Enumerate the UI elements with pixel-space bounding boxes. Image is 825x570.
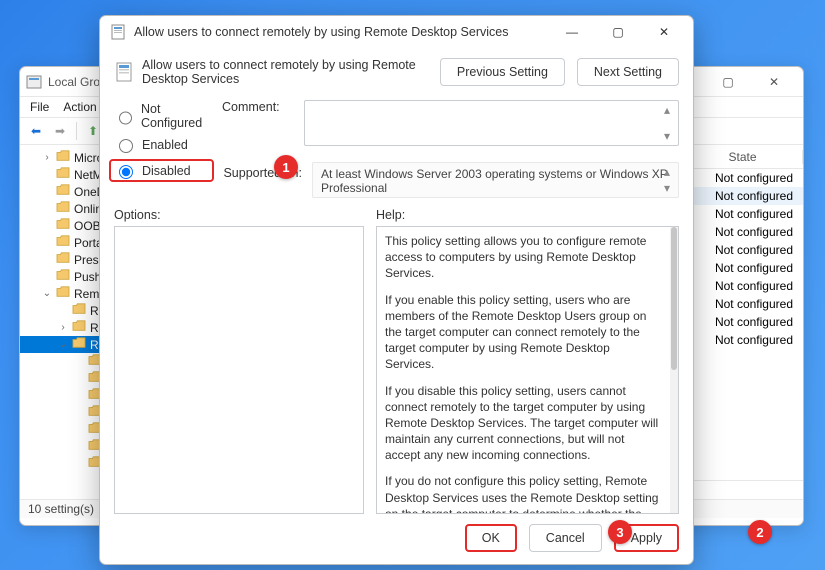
folder-icon xyxy=(56,150,70,165)
help-label: Help: xyxy=(376,208,679,222)
back-icon[interactable]: ⬅ xyxy=(26,121,46,141)
setting-state-value: Not configured xyxy=(715,171,793,185)
supported-on-text: At least Windows Server 2003 operating s… xyxy=(321,167,668,195)
supported-scroll-icon: ▴▾ xyxy=(664,165,674,195)
help-paragraph: If you disable this policy setting, user… xyxy=(385,383,660,464)
annotation-badge-2: 2 xyxy=(748,520,772,544)
dialog-titlebar: Allow users to connect remotely by using… xyxy=(100,16,693,48)
tree-twisty-icon[interactable]: ⌄ xyxy=(42,288,52,299)
comment-label: Comment: xyxy=(222,100,292,114)
col-state[interactable]: State xyxy=(683,150,803,164)
bg-close-button[interactable]: ✕ xyxy=(751,67,797,97)
supported-on-value: At least Windows Server 2003 operating s… xyxy=(312,162,679,198)
folder-icon xyxy=(56,218,70,233)
help-paragraph: This policy setting allows you to config… xyxy=(385,233,660,282)
setting-state-value: Not configured xyxy=(715,189,793,203)
folder-icon xyxy=(56,235,70,250)
setting-state-value: Not configured xyxy=(715,225,793,239)
menu-file[interactable]: File xyxy=(30,100,49,114)
setting-state-value: Not configured xyxy=(715,261,793,275)
tree-twisty-icon[interactable]: ⌄ xyxy=(58,339,68,350)
menu-action[interactable]: Action xyxy=(63,100,96,114)
options-pane xyxy=(114,226,364,514)
radio-not-configured-label: Not Configured xyxy=(141,102,214,130)
tree-twisty-icon[interactable]: › xyxy=(42,152,52,163)
dialog-title: Allow users to connect remotely by using… xyxy=(134,25,549,39)
setting-state-value: Not configured xyxy=(715,207,793,221)
comment-scroll-icon: ▴▾ xyxy=(664,103,674,143)
previous-setting-button[interactable]: Previous Setting xyxy=(440,58,565,86)
help-pane[interactable]: This policy setting allows you to config… xyxy=(376,226,679,514)
dialog-maximize-button[interactable]: ▢ xyxy=(595,16,641,48)
next-setting-button[interactable]: Next Setting xyxy=(577,58,679,86)
ok-button[interactable]: OK xyxy=(465,524,517,552)
help-paragraph: If you do not configure this policy sett… xyxy=(385,473,660,514)
forward-icon[interactable]: ➡ xyxy=(50,121,70,141)
folder-icon xyxy=(56,269,70,284)
radio-not-configured[interactable]: Not Configured xyxy=(114,102,214,130)
folder-icon xyxy=(56,286,70,301)
radio-enabled[interactable]: Enabled xyxy=(114,136,214,153)
setting-state-value: Not configured xyxy=(715,333,793,347)
dialog-close-button[interactable]: ✕ xyxy=(641,16,687,48)
annotation-badge-1: 1 xyxy=(274,155,298,179)
help-scrollbar[interactable] xyxy=(670,227,678,513)
folder-icon xyxy=(56,201,70,216)
options-label: Options: xyxy=(114,208,364,222)
policy-icon xyxy=(114,62,134,82)
folder-icon xyxy=(72,303,86,318)
folder-icon xyxy=(72,320,86,335)
help-paragraph: If you enable this policy setting, users… xyxy=(385,292,660,373)
comment-textarea[interactable]: ▴▾ xyxy=(304,100,679,146)
bg-maximize-button[interactable]: ▢ xyxy=(705,67,751,97)
annotation-badge-3: 3 xyxy=(608,520,632,544)
radio-enabled-input[interactable] xyxy=(119,139,133,153)
radio-disabled-label: Disabled xyxy=(142,164,191,178)
policy-icon xyxy=(110,24,126,40)
setting-state-value: Not configured xyxy=(715,297,793,311)
radio-disabled[interactable]: Disabled xyxy=(109,159,214,182)
state-radio-group: Not Configured Enabled Disabled xyxy=(114,100,214,182)
dialog-minimize-button[interactable]: — xyxy=(549,16,595,48)
setting-state-value: Not configured xyxy=(715,243,793,257)
radio-disabled-input[interactable] xyxy=(119,165,133,179)
folder-icon xyxy=(56,252,70,267)
dialog-subheader-label: Allow users to connect remotely by using… xyxy=(142,58,432,86)
folder-icon xyxy=(56,184,70,199)
tree-twisty-icon[interactable]: › xyxy=(58,322,68,333)
radio-enabled-label: Enabled xyxy=(142,138,188,152)
app-icon xyxy=(26,74,42,90)
setting-state-value: Not configured xyxy=(715,279,793,293)
dialog-footer-buttons: OK Cancel Apply xyxy=(114,514,679,554)
setting-state-value: Not configured xyxy=(715,315,793,329)
radio-not-configured-input[interactable] xyxy=(119,111,132,125)
folder-icon xyxy=(72,337,86,352)
cancel-button[interactable]: Cancel xyxy=(529,524,602,552)
folder-icon xyxy=(56,167,70,182)
dialog-subheader: Allow users to connect remotely by using… xyxy=(114,52,679,96)
policy-setting-dialog: Allow users to connect remotely by using… xyxy=(99,15,694,565)
